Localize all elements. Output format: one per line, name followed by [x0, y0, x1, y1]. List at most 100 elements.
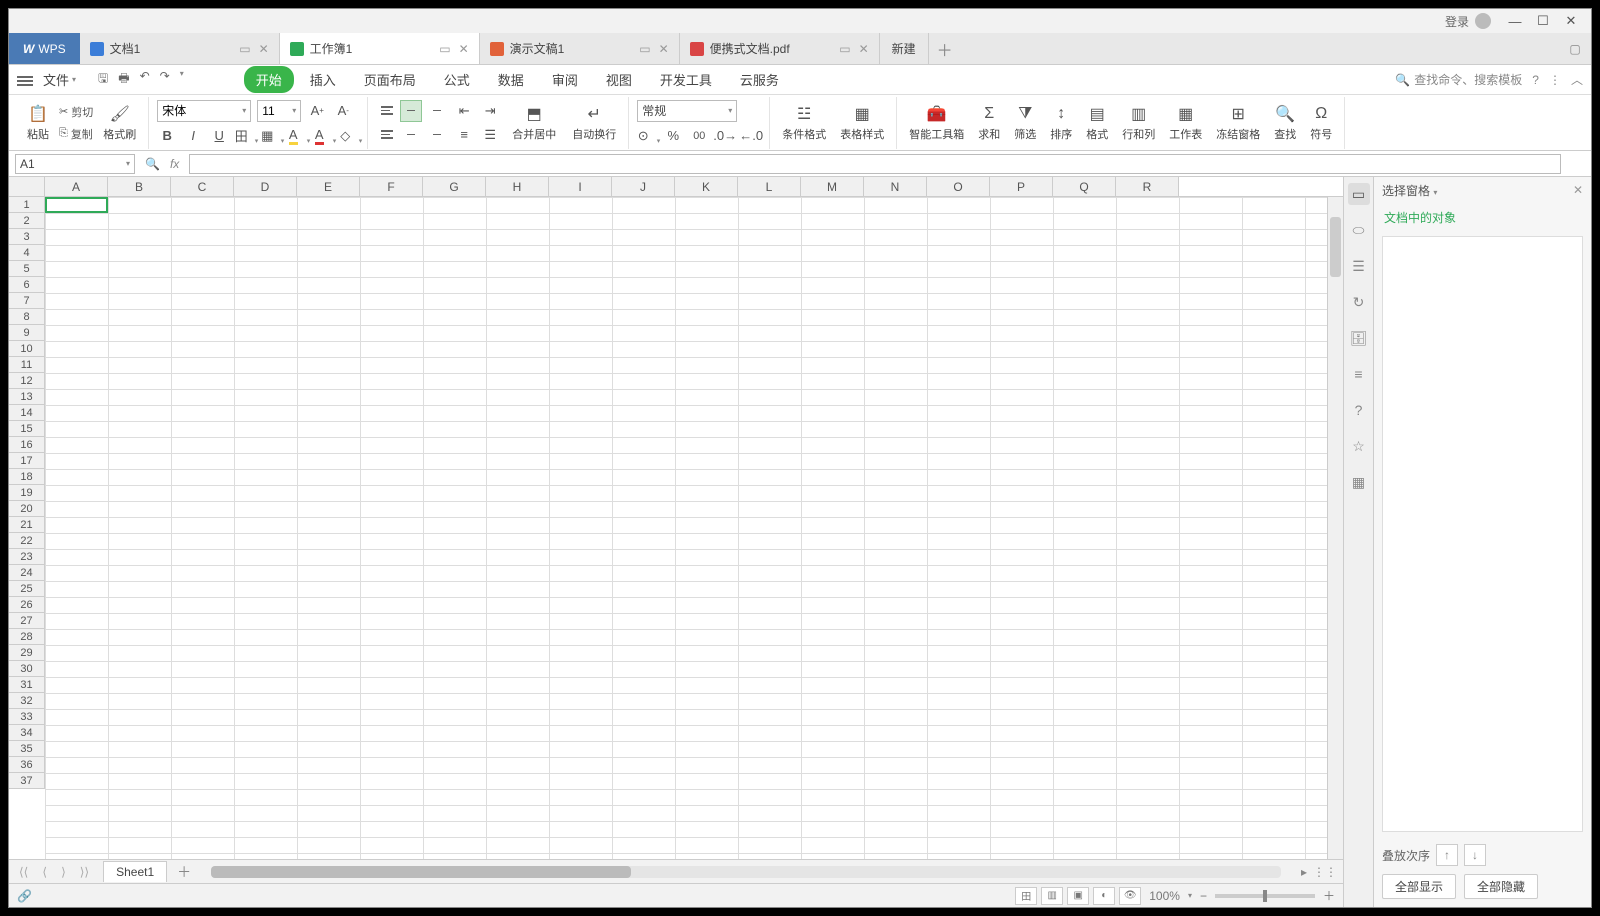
currency-icon[interactable]: ⊙ — [637, 126, 657, 146]
dock-layers-icon[interactable]: ☰ — [1348, 255, 1370, 277]
zoom-value[interactable]: 100% — [1149, 889, 1180, 903]
column-header[interactable]: J — [612, 177, 675, 196]
tab-close-icon[interactable]: ✕ — [259, 42, 269, 56]
sheet-nav-last[interactable]: ⟩⟩ — [76, 865, 93, 879]
qat-dropdown-icon[interactable]: ▾ — [180, 69, 184, 90]
cell-style-button[interactable]: ▦ — [261, 126, 281, 146]
format-button[interactable]: ▤格式 — [1082, 104, 1112, 142]
column-header[interactable]: I — [549, 177, 612, 196]
comma-style-icon[interactable]: 00 — [689, 126, 709, 146]
status-link-icon[interactable]: 🔗 — [17, 889, 32, 903]
zoom-slider[interactable] — [1215, 894, 1315, 898]
row-header[interactable]: 10 — [9, 341, 45, 357]
view-pagelayout-icon[interactable]: ▣ — [1067, 887, 1089, 905]
italic-button[interactable]: I — [183, 126, 203, 146]
row-header[interactable]: 35 — [9, 741, 45, 757]
row-header[interactable]: 20 — [9, 501, 45, 517]
font-color-button[interactable]: A — [313, 126, 333, 146]
new-doc-tab[interactable]: 新建 — [880, 33, 929, 64]
row-header[interactable]: 19 — [9, 485, 45, 501]
underline-button[interactable]: U — [209, 126, 229, 146]
filter-button[interactable]: ⧩筛选 — [1010, 104, 1040, 142]
table-style-button[interactable]: ▦表格样式 — [836, 104, 888, 142]
tab-close-icon[interactable]: ✕ — [459, 42, 469, 56]
align-bottom-right[interactable] — [424, 124, 446, 146]
increase-indent-icon[interactable]: ⇥ — [480, 101, 500, 121]
borders-button[interactable]: 田 — [235, 126, 255, 146]
hamburger-icon[interactable] — [17, 74, 33, 86]
row-header[interactable]: 28 — [9, 629, 45, 645]
ribbon-tab-review[interactable]: 审阅 — [540, 66, 590, 93]
trace-icon[interactable]: 🔍 — [145, 157, 160, 171]
column-header[interactable]: L — [738, 177, 801, 196]
align-top-center[interactable] — [400, 100, 422, 122]
sum-button[interactable]: Σ求和 — [974, 104, 1004, 142]
bring-forward-button[interactable]: ↑ — [1436, 844, 1458, 866]
find-button[interactable]: 🔍查找 — [1270, 104, 1300, 142]
selection-pane-header[interactable]: 选择窗格 ▾ — [1382, 182, 1437, 199]
column-header[interactable]: K — [675, 177, 738, 196]
split-handle-icon[interactable]: ⋮⋮ — [1313, 865, 1337, 879]
tab-window-icon[interactable]: ▭ — [639, 42, 650, 56]
row-header[interactable]: 18 — [9, 469, 45, 485]
app-badge[interactable]: W WPS — [9, 33, 80, 64]
row-header[interactable]: 12 — [9, 373, 45, 389]
row-header[interactable]: 21 — [9, 517, 45, 533]
increase-decimal-icon[interactable]: .0→ — [715, 126, 735, 146]
row-header[interactable]: 13 — [9, 389, 45, 405]
row-header[interactable]: 16 — [9, 437, 45, 453]
hide-all-button[interactable]: 全部隐藏 — [1464, 874, 1538, 899]
conditional-format-button[interactable]: ☳条件格式 — [778, 104, 830, 142]
row-header[interactable]: 5 — [9, 261, 45, 277]
tab-close-icon[interactable]: ✕ — [859, 42, 869, 56]
add-sheet-button[interactable]: ＋ — [177, 862, 191, 882]
clear-format-button[interactable]: ◇ — [339, 126, 359, 146]
file-menu[interactable]: 文件▾ — [43, 70, 76, 89]
justify-icon[interactable]: ≡ — [454, 125, 474, 145]
format-painter-button[interactable]: 🖌格式刷 — [99, 104, 140, 142]
decrease-indent-icon[interactable]: ⇤ — [454, 101, 474, 121]
row-header[interactable]: 14 — [9, 405, 45, 421]
row-header[interactable]: 29 — [9, 645, 45, 661]
align-bottom-left[interactable] — [376, 124, 398, 146]
worksheet-button[interactable]: ▦工作表 — [1165, 104, 1206, 142]
vertical-scrollbar[interactable] — [1327, 197, 1343, 859]
ribbon-tab-cloud[interactable]: 云服务 — [728, 66, 791, 93]
align-bottom-center[interactable] — [400, 124, 422, 146]
row-header[interactable]: 6 — [9, 277, 45, 293]
name-box[interactable]: A1▾ — [15, 154, 135, 174]
row-header[interactable]: 34 — [9, 725, 45, 741]
row-header[interactable]: 8 — [9, 309, 45, 325]
tab-window-icon[interactable]: ▭ — [439, 42, 450, 56]
paste-button[interactable]: 📋粘贴 — [23, 104, 53, 142]
column-header[interactable]: R — [1116, 177, 1179, 196]
row-header[interactable]: 2 — [9, 213, 45, 229]
dock-backup-icon[interactable]: 🗄 — [1348, 327, 1370, 349]
select-all-corner[interactable] — [9, 177, 45, 196]
column-header[interactable]: Q — [1053, 177, 1116, 196]
doc-tab-sheet[interactable]: 工作簿1 ▭ ✕ — [280, 33, 480, 64]
formula-input[interactable] — [189, 154, 1561, 174]
column-header[interactable]: P — [990, 177, 1053, 196]
smart-toolbox-button[interactable]: 🧰智能工具箱 — [905, 104, 968, 142]
row-header[interactable]: 25 — [9, 581, 45, 597]
column-header[interactable]: B — [108, 177, 171, 196]
percent-icon[interactable]: % — [663, 126, 683, 146]
font-input[interactable] — [162, 104, 242, 118]
row-header[interactable]: 11 — [9, 357, 45, 373]
close-button[interactable]: ✕ — [1557, 11, 1585, 31]
row-header[interactable]: 7 — [9, 293, 45, 309]
row-header[interactable]: 27 — [9, 613, 45, 629]
sheet-tab[interactable]: Sheet1 — [103, 861, 167, 882]
row-header[interactable]: 30 — [9, 661, 45, 677]
horizontal-scrollbar[interactable] — [211, 866, 1281, 878]
row-header[interactable]: 26 — [9, 597, 45, 613]
row-header[interactable]: 36 — [9, 757, 45, 773]
dock-settings-icon[interactable]: ≡ — [1348, 363, 1370, 385]
vscroll-thumb[interactable] — [1330, 217, 1341, 277]
column-header[interactable]: C — [171, 177, 234, 196]
tab-window-icon[interactable]: ▭ — [239, 42, 250, 56]
add-tab-button[interactable]: ＋ — [929, 33, 961, 64]
row-header[interactable]: 17 — [9, 453, 45, 469]
symbol-button[interactable]: Ω符号 — [1306, 104, 1336, 142]
